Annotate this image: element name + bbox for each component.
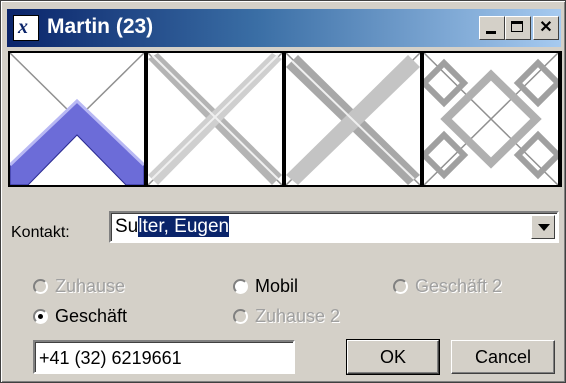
minimize-icon — [486, 31, 496, 34]
maximize-button[interactable] — [505, 16, 531, 40]
contact-label: Kontakt: — [11, 224, 70, 241]
ok-button[interactable]: OK — [346, 339, 440, 375]
phone-number-field[interactable]: +41 (32) 6219661 — [33, 340, 295, 374]
radio-zuhause-label: Zuhause — [55, 276, 126, 296]
radio-mobil-label: Mobil — [255, 276, 299, 296]
phone-number-value: +41 (32) 6219661 — [39, 348, 182, 368]
theme-tile-1[interactable] — [10, 53, 144, 185]
app-logo-icon: x — [13, 15, 39, 41]
title-bar[interactable]: x Martin (23) ✕ — [7, 9, 561, 47]
theme-preview-strip — [8, 51, 562, 187]
theme-tile-2[interactable] — [148, 53, 282, 185]
contact-input-text[interactable]: Sulter, Eugen — [115, 216, 230, 238]
close-icon: ✕ — [539, 19, 553, 36]
contact-combobox[interactable]: Sulter, Eugen — [109, 211, 559, 243]
minimize-button[interactable] — [479, 16, 505, 40]
radio-geschaeft-2-label: Geschäft 2 — [415, 276, 503, 296]
theme-tile-3[interactable] — [286, 53, 420, 185]
radio-zuhause-2-label: Zuhause 2 — [255, 306, 341, 326]
radio-geschaeft-label: Geschäft — [55, 306, 128, 326]
contact-value-prefix: Su — [115, 216, 139, 237]
close-button[interactable]: ✕ — [533, 16, 559, 40]
cancel-button[interactable]: Cancel — [451, 340, 555, 374]
window-title: Martin (23) — [47, 15, 154, 38]
radio-selected-dot — [38, 314, 43, 319]
maximize-icon — [511, 21, 523, 32]
dialog-window: x Martin (23) ✕ Kontakt: Sulter, Eugen Z… — [0, 0, 566, 383]
theme-tile-4[interactable] — [424, 53, 558, 185]
contact-value-selected: lter, Eugen — [138, 216, 230, 237]
chevron-down-icon[interactable] — [531, 215, 555, 239]
